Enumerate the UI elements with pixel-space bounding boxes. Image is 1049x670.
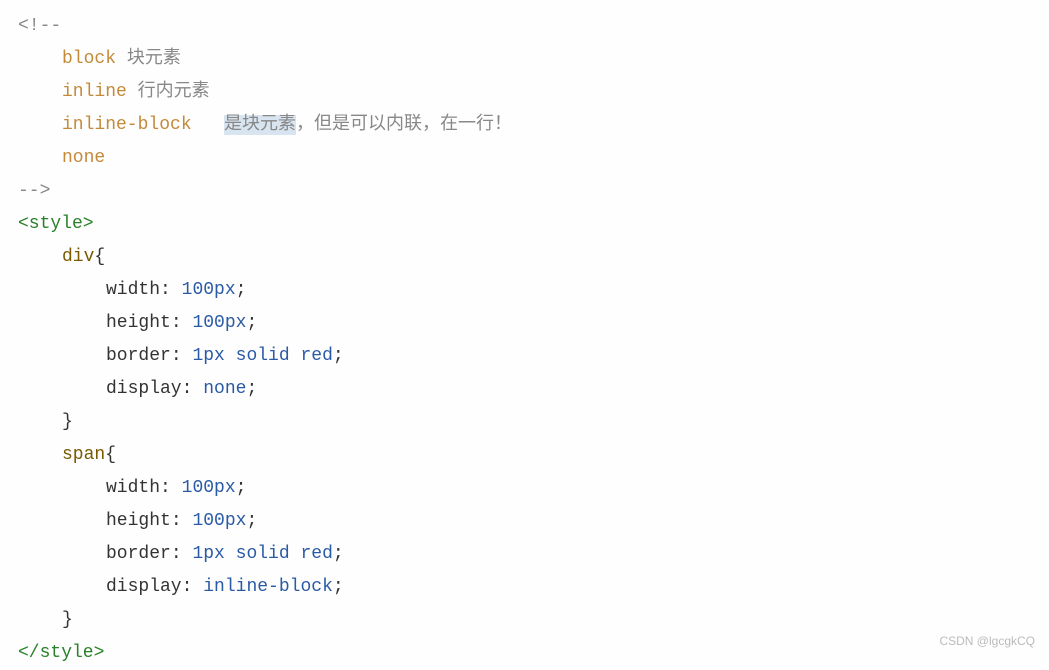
val-inline-block: inline-block <box>203 577 333 597</box>
code-block: <!-- block 块元素 inline 行内元素 inline-block … <box>18 10 1049 670</box>
val-100px: 100px <box>182 280 236 300</box>
val-100px-2: 100px <box>192 313 246 333</box>
watermark: CSDN @lgcgkCQ <box>939 625 1035 658</box>
hl-text: 是块元素 <box>224 115 296 135</box>
selector-div: div <box>62 247 94 267</box>
txt-inline-block: ，但是可以内联，在一行！ <box>296 115 512 135</box>
prop-display-2: display <box>106 577 182 597</box>
val-solid-2: solid <box>236 544 290 564</box>
brace-close: } <box>62 412 73 432</box>
prop-width-2: width <box>106 478 160 498</box>
kw-inline: inline <box>62 82 127 102</box>
kw-inline-block: inline-block <box>62 115 192 135</box>
selector-span: span <box>62 445 105 465</box>
val-red: red <box>300 346 332 366</box>
val-none: none <box>203 379 246 399</box>
style-close-tag: </style> <box>18 643 104 663</box>
brace-open-2: { <box>105 445 116 465</box>
comment-open: <!-- <box>18 16 61 36</box>
gap <box>192 115 224 135</box>
txt-block: 块元素 <box>116 49 181 69</box>
prop-width: width <box>106 280 160 300</box>
kw-none: none <box>62 148 105 168</box>
val-1px-2: 1px <box>192 544 224 564</box>
val-100px-3: 100px <box>182 478 236 498</box>
prop-height-2: height <box>106 511 171 531</box>
brace-close-2: } <box>62 610 73 630</box>
prop-height: height <box>106 313 171 333</box>
style-open-tag: <style> <box>18 214 94 234</box>
prop-display: display <box>106 379 182 399</box>
kw-block: block <box>62 49 116 69</box>
val-solid: solid <box>236 346 290 366</box>
val-100px-4: 100px <box>192 511 246 531</box>
txt-inline: 行内元素 <box>127 82 210 102</box>
prop-border-2: border <box>106 544 171 564</box>
comment-close: --> <box>18 181 50 201</box>
prop-border: border <box>106 346 171 366</box>
val-1px: 1px <box>192 346 224 366</box>
val-red-2: red <box>300 544 332 564</box>
brace-open: { <box>94 247 105 267</box>
